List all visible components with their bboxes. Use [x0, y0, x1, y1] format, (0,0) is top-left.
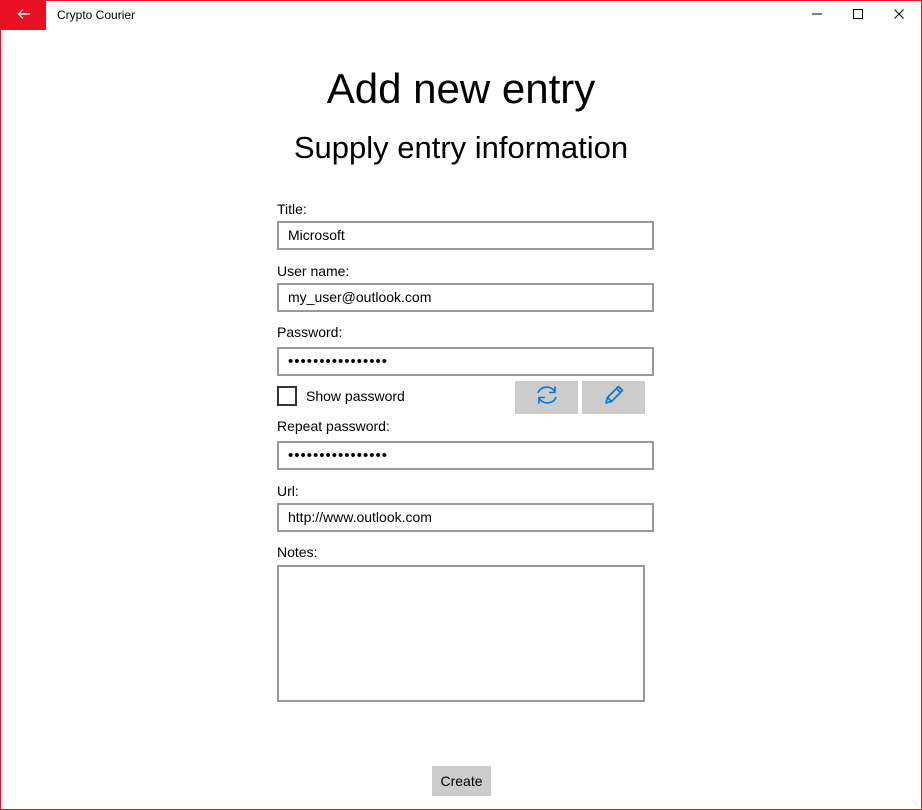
minimize-button[interactable] [794, 1, 840, 30]
maximize-icon [852, 7, 864, 25]
app-title: Crypto Courier [57, 8, 136, 22]
repeat-password-label: Repeat password: [277, 418, 390, 434]
minimize-icon [811, 7, 823, 25]
title-label: Title: [277, 201, 307, 217]
close-button[interactable] [876, 1, 921, 30]
title-bar: Crypto Courier [1, 1, 921, 30]
create-button[interactable]: Create [432, 766, 491, 796]
back-button[interactable] [1, 1, 46, 30]
back-arrow-icon [17, 7, 31, 25]
show-password-label: Show password [306, 388, 405, 404]
notes-label: Notes: [277, 544, 318, 560]
repeat-password-input[interactable]: •••••••••••••••• [277, 441, 654, 470]
notes-textarea[interactable] [277, 565, 645, 702]
show-password-checkbox[interactable] [277, 386, 297, 406]
url-label: Url: [277, 483, 299, 499]
username-label: User name: [277, 263, 350, 279]
pencil-icon [603, 384, 625, 411]
regenerate-password-button[interactable] [515, 381, 578, 414]
refresh-icon [535, 384, 559, 411]
username-input[interactable]: my_user@outlook.com [277, 283, 654, 312]
password-label: Password: [277, 324, 343, 340]
edit-password-button[interactable] [582, 381, 645, 414]
page-title: Add new entry [326, 65, 596, 112]
show-password-row[interactable]: Show password [277, 386, 405, 406]
password-input[interactable]: •••••••••••••••• [277, 347, 654, 376]
title-input[interactable]: Microsoft [277, 221, 654, 250]
maximize-button[interactable] [835, 1, 881, 30]
close-icon [893, 7, 905, 25]
app-window: Crypto Courier Add new entry Supply entr… [0, 0, 922, 810]
page-subtitle: Supply entry information [293, 130, 629, 165]
url-input[interactable]: http://www.outlook.com [277, 503, 654, 532]
